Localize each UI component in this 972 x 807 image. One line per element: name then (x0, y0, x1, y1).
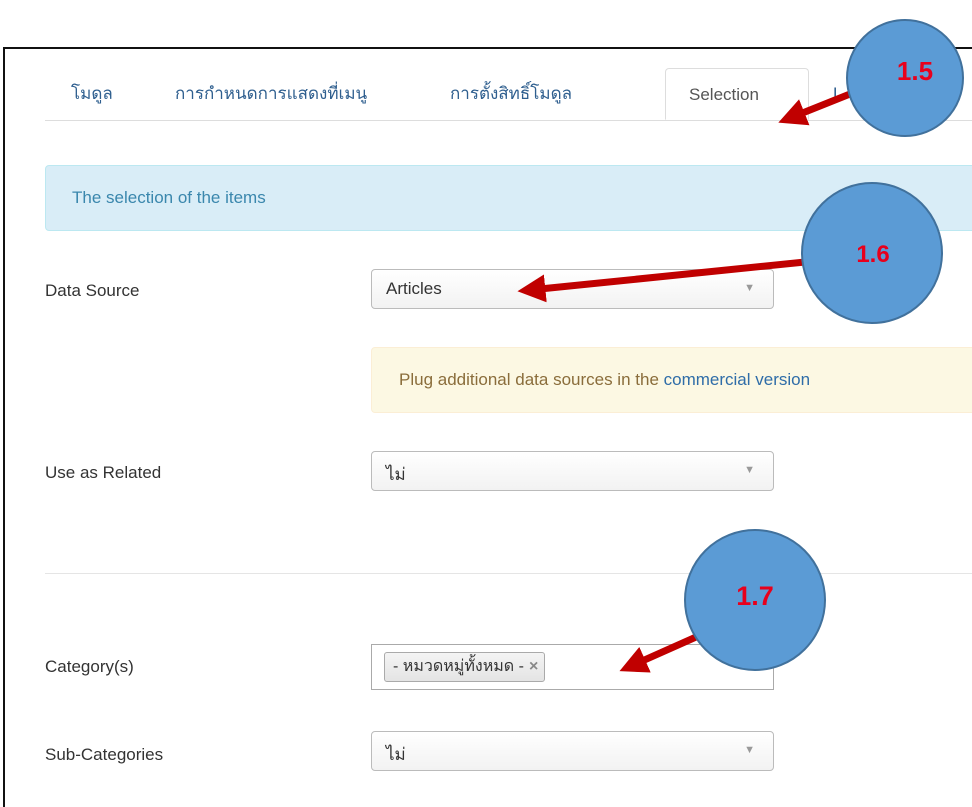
tab-module[interactable]: โมดูล (71, 68, 113, 120)
tab-next[interactable]: L (833, 68, 842, 120)
category-multiselect[interactable]: - หมวดหมู่ทั้งหมด - × (371, 644, 774, 690)
info-banner-text: The selection of the items (72, 188, 266, 207)
remove-icon[interactable]: × (529, 658, 538, 675)
info-banner: The selection of the items (45, 165, 972, 231)
commercial-notice: Plug additional data sources in the comm… (371, 347, 972, 413)
use-as-related-label: Use as Related (45, 463, 162, 482)
sub-categories-select[interactable]: ไม่ ▼ (371, 731, 774, 771)
tab-bar: โมดูล การกำหนดการแสดงที่เมนู การตั้งสิทธ… (45, 68, 972, 121)
section-divider (45, 573, 972, 574)
category-chip[interactable]: - หมวดหมู่ทั้งหมด - × (384, 652, 546, 682)
use-as-related-select[interactable]: ไม่ ▼ (371, 451, 774, 491)
use-as-related-value: ไม่ (386, 465, 406, 484)
tab-module-permissions[interactable]: การตั้งสิทธิ์โมดูล (450, 68, 572, 120)
chevron-down-icon: ▼ (744, 282, 755, 294)
chevron-down-icon: ▼ (744, 744, 755, 756)
sub-categories-value: ไม่ (386, 745, 406, 764)
module-settings-panel: โมดูล การกำหนดการแสดงที่เมนู การตั้งสิทธ… (3, 47, 972, 807)
data-source-value: Articles (386, 279, 442, 298)
notice-text: Plug additional data sources in the (399, 370, 664, 389)
category-chip-label: - หมวดหมู่ทั้งหมด - (393, 658, 524, 675)
commercial-version-link[interactable]: commercial version (664, 370, 810, 389)
category-label: Category(s) (45, 657, 134, 676)
tab-menu-assignment[interactable]: การกำหนดการแสดงที่เมนู (175, 68, 367, 120)
data-source-select[interactable]: Articles ▼ (371, 269, 774, 309)
chevron-down-icon: ▼ (744, 464, 755, 476)
tab-selection[interactable]: Selection (665, 68, 809, 120)
data-source-label: Data Source (45, 281, 140, 300)
sub-categories-label: Sub-Categories (45, 745, 164, 764)
